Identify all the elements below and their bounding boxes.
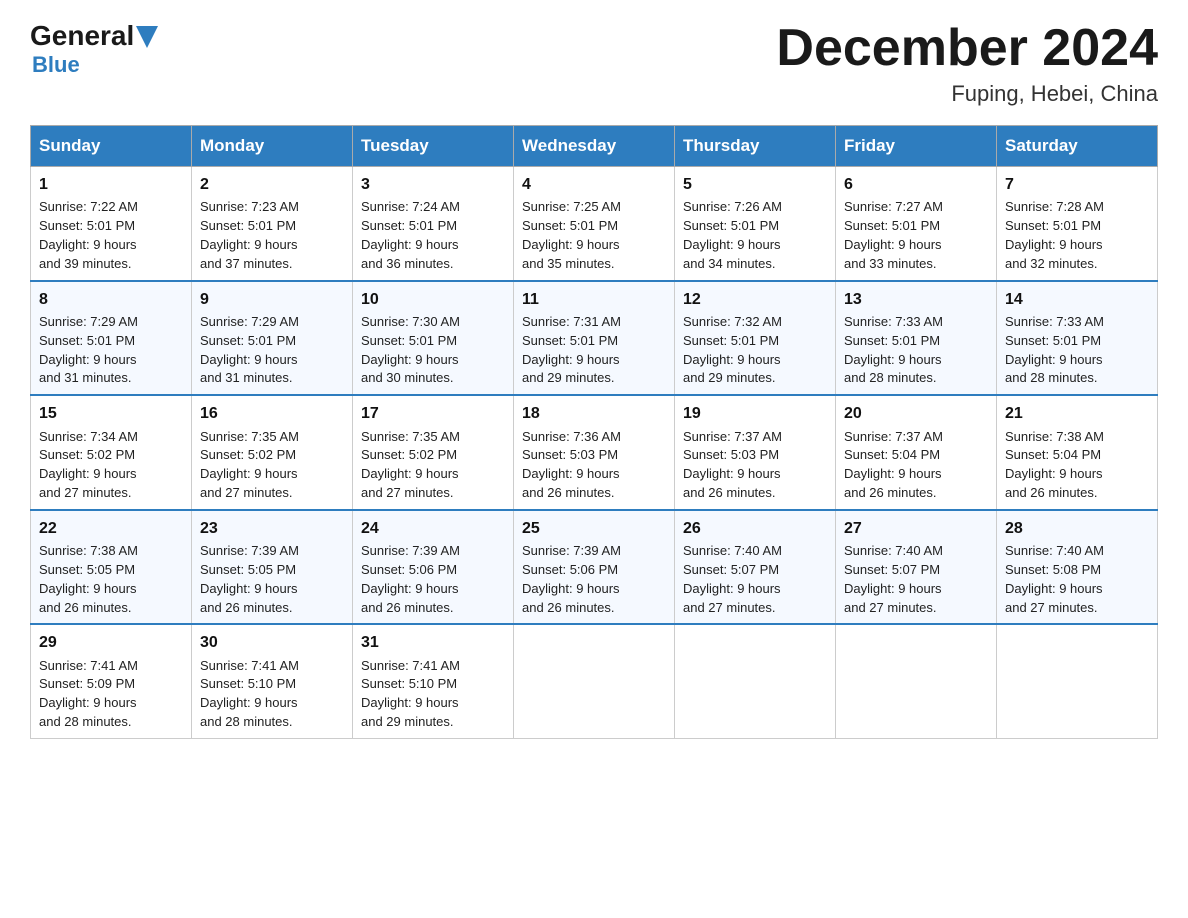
calendar-day-cell: 27 Sunrise: 7:40 AM Sunset: 5:07 PM Dayl…	[836, 510, 997, 625]
calendar-table: Sunday Monday Tuesday Wednesday Thursday…	[30, 125, 1158, 739]
calendar-day-cell	[514, 624, 675, 738]
day-number: 8	[39, 288, 183, 311]
calendar-day-cell: 12 Sunrise: 7:32 AM Sunset: 5:01 PM Dayl…	[675, 281, 836, 396]
logo-blue-text: Blue	[32, 52, 80, 78]
calendar-day-cell: 7 Sunrise: 7:28 AM Sunset: 5:01 PM Dayli…	[997, 167, 1158, 281]
calendar-day-cell	[675, 624, 836, 738]
day-number: 14	[1005, 288, 1149, 311]
calendar-day-cell: 30 Sunrise: 7:41 AM Sunset: 5:10 PM Dayl…	[192, 624, 353, 738]
day-number: 17	[361, 402, 505, 425]
calendar-day-cell	[836, 624, 997, 738]
calendar-day-cell	[997, 624, 1158, 738]
location-text: Fuping, Hebei, China	[776, 81, 1158, 107]
month-title: December 2024	[776, 20, 1158, 77]
day-number: 11	[522, 288, 666, 311]
calendar-day-cell: 3 Sunrise: 7:24 AM Sunset: 5:01 PM Dayli…	[353, 167, 514, 281]
day-number: 19	[683, 402, 827, 425]
col-saturday: Saturday	[997, 126, 1158, 167]
calendar-day-cell: 25 Sunrise: 7:39 AM Sunset: 5:06 PM Dayl…	[514, 510, 675, 625]
day-number: 28	[1005, 517, 1149, 540]
day-number: 10	[361, 288, 505, 311]
calendar-day-cell: 1 Sunrise: 7:22 AM Sunset: 5:01 PM Dayli…	[31, 167, 192, 281]
col-sunday: Sunday	[31, 126, 192, 167]
col-wednesday: Wednesday	[514, 126, 675, 167]
day-number: 21	[1005, 402, 1149, 425]
calendar-day-cell: 6 Sunrise: 7:27 AM Sunset: 5:01 PM Dayli…	[836, 167, 997, 281]
calendar-week-row: 8 Sunrise: 7:29 AM Sunset: 5:01 PM Dayli…	[31, 281, 1158, 396]
calendar-day-cell: 24 Sunrise: 7:39 AM Sunset: 5:06 PM Dayl…	[353, 510, 514, 625]
day-number: 18	[522, 402, 666, 425]
col-tuesday: Tuesday	[353, 126, 514, 167]
calendar-day-cell: 29 Sunrise: 7:41 AM Sunset: 5:09 PM Dayl…	[31, 624, 192, 738]
day-number: 3	[361, 173, 505, 196]
day-number: 7	[1005, 173, 1149, 196]
logo: General Blue	[30, 20, 158, 78]
calendar-day-cell: 8 Sunrise: 7:29 AM Sunset: 5:01 PM Dayli…	[31, 281, 192, 396]
day-number: 12	[683, 288, 827, 311]
day-number: 25	[522, 517, 666, 540]
calendar-day-cell: 9 Sunrise: 7:29 AM Sunset: 5:01 PM Dayli…	[192, 281, 353, 396]
calendar-day-cell: 21 Sunrise: 7:38 AM Sunset: 5:04 PM Dayl…	[997, 395, 1158, 510]
calendar-day-cell: 11 Sunrise: 7:31 AM Sunset: 5:01 PM Dayl…	[514, 281, 675, 396]
day-number: 27	[844, 517, 988, 540]
calendar-header-row: Sunday Monday Tuesday Wednesday Thursday…	[31, 126, 1158, 167]
day-number: 2	[200, 173, 344, 196]
calendar-day-cell: 22 Sunrise: 7:38 AM Sunset: 5:05 PM Dayl…	[31, 510, 192, 625]
day-number: 16	[200, 402, 344, 425]
day-number: 15	[39, 402, 183, 425]
calendar-day-cell: 13 Sunrise: 7:33 AM Sunset: 5:01 PM Dayl…	[836, 281, 997, 396]
calendar-day-cell: 20 Sunrise: 7:37 AM Sunset: 5:04 PM Dayl…	[836, 395, 997, 510]
calendar-day-cell: 23 Sunrise: 7:39 AM Sunset: 5:05 PM Dayl…	[192, 510, 353, 625]
col-monday: Monday	[192, 126, 353, 167]
calendar-day-cell: 17 Sunrise: 7:35 AM Sunset: 5:02 PM Dayl…	[353, 395, 514, 510]
page-header: General Blue December 2024 Fuping, Hebei…	[30, 20, 1158, 107]
day-number: 30	[200, 631, 344, 654]
day-number: 1	[39, 173, 183, 196]
calendar-day-cell: 4 Sunrise: 7:25 AM Sunset: 5:01 PM Dayli…	[514, 167, 675, 281]
col-friday: Friday	[836, 126, 997, 167]
calendar-day-cell: 2 Sunrise: 7:23 AM Sunset: 5:01 PM Dayli…	[192, 167, 353, 281]
calendar-day-cell: 19 Sunrise: 7:37 AM Sunset: 5:03 PM Dayl…	[675, 395, 836, 510]
day-number: 31	[361, 631, 505, 654]
day-number: 23	[200, 517, 344, 540]
calendar-day-cell: 14 Sunrise: 7:33 AM Sunset: 5:01 PM Dayl…	[997, 281, 1158, 396]
day-number: 9	[200, 288, 344, 311]
day-number: 4	[522, 173, 666, 196]
calendar-week-row: 29 Sunrise: 7:41 AM Sunset: 5:09 PM Dayl…	[31, 624, 1158, 738]
day-number: 5	[683, 173, 827, 196]
day-number: 6	[844, 173, 988, 196]
calendar-week-row: 22 Sunrise: 7:38 AM Sunset: 5:05 PM Dayl…	[31, 510, 1158, 625]
day-number: 26	[683, 517, 827, 540]
calendar-day-cell: 28 Sunrise: 7:40 AM Sunset: 5:08 PM Dayl…	[997, 510, 1158, 625]
calendar-day-cell: 18 Sunrise: 7:36 AM Sunset: 5:03 PM Dayl…	[514, 395, 675, 510]
calendar-day-cell: 5 Sunrise: 7:26 AM Sunset: 5:01 PM Dayli…	[675, 167, 836, 281]
calendar-day-cell: 16 Sunrise: 7:35 AM Sunset: 5:02 PM Dayl…	[192, 395, 353, 510]
day-number: 29	[39, 631, 183, 654]
title-section: December 2024 Fuping, Hebei, China	[776, 20, 1158, 107]
day-number: 13	[844, 288, 988, 311]
logo-general-text: General	[30, 20, 134, 52]
logo-triangle-icon	[136, 26, 158, 48]
calendar-day-cell: 26 Sunrise: 7:40 AM Sunset: 5:07 PM Dayl…	[675, 510, 836, 625]
col-thursday: Thursday	[675, 126, 836, 167]
day-number: 22	[39, 517, 183, 540]
calendar-day-cell: 31 Sunrise: 7:41 AM Sunset: 5:10 PM Dayl…	[353, 624, 514, 738]
calendar-week-row: 15 Sunrise: 7:34 AM Sunset: 5:02 PM Dayl…	[31, 395, 1158, 510]
calendar-day-cell: 10 Sunrise: 7:30 AM Sunset: 5:01 PM Dayl…	[353, 281, 514, 396]
day-number: 24	[361, 517, 505, 540]
calendar-day-cell: 15 Sunrise: 7:34 AM Sunset: 5:02 PM Dayl…	[31, 395, 192, 510]
day-number: 20	[844, 402, 988, 425]
calendar-week-row: 1 Sunrise: 7:22 AM Sunset: 5:01 PM Dayli…	[31, 167, 1158, 281]
